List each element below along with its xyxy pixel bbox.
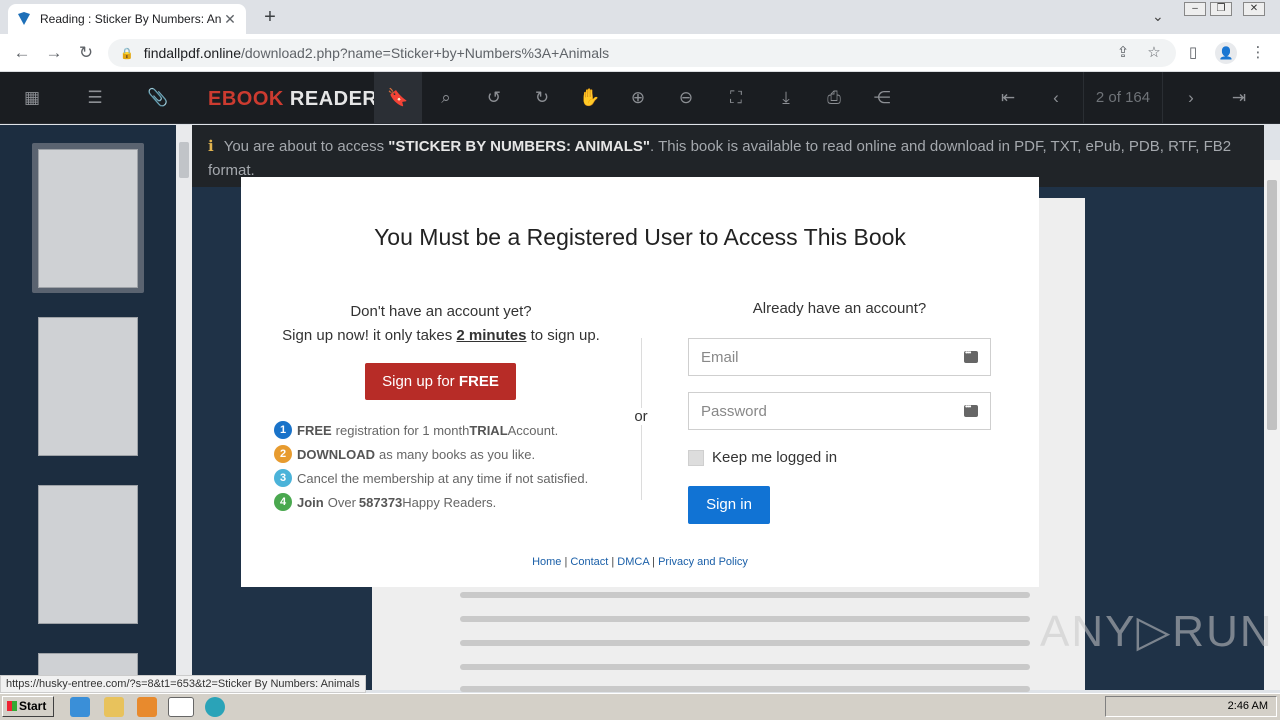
hand-tool-icon[interactable]: ✋ — [566, 72, 614, 124]
bookmark-star-icon[interactable]: ☆ — [1145, 44, 1163, 62]
anyrun-watermark: ANY▷RUN — [1040, 607, 1274, 656]
keep-logged-in-checkbox[interactable] — [688, 450, 704, 466]
rotate-right-icon[interactable]: ↻ — [518, 72, 566, 124]
signup-free-button[interactable]: Sign up for FREE — [365, 363, 516, 400]
system-tray: 2:46 AM — [1105, 696, 1277, 717]
notice-text: You are about to access — [223, 138, 389, 155]
blurred-text-line — [460, 686, 1030, 692]
start-button[interactable]: Start — [2, 696, 54, 717]
share-icon[interactable]: ⇪ — [1114, 44, 1132, 62]
sign-in-button[interactable]: Sign in — [688, 486, 770, 524]
status-bar-url: https://husky-entree.com/?s=8&t1=653&t2=… — [0, 675, 366, 693]
or-separator: or — [631, 408, 651, 425]
page-indicator[interactable]: 2 of 164 — [1083, 72, 1163, 124]
benefit-item: 2 DOWNLOAD as many books as you like. — [274, 442, 588, 466]
zoom-out-icon[interactable]: ⊖ — [662, 72, 710, 124]
ie-icon[interactable] — [70, 697, 90, 717]
blurred-text-line — [460, 664, 1030, 670]
download-icon[interactable]: ⤓ — [762, 72, 810, 124]
login-heading: Already have an account? — [752, 300, 927, 317]
site-favicon-icon — [18, 12, 30, 25]
fullscreen-icon[interactable]: ⛶ — [712, 72, 760, 124]
url-domain: findallpdf.online — [143, 45, 241, 61]
signup-prompt: Don't have an account yet? Sign up now! … — [265, 300, 617, 348]
sidebar-scrollbar[interactable] — [176, 125, 192, 690]
thumbnails-grid-icon[interactable]: ▦ — [8, 72, 56, 124]
rotate-left-icon[interactable]: ↺ — [470, 72, 518, 124]
print-icon[interactable]: ⎙ — [810, 72, 858, 124]
outline-list-icon[interactable]: ☰ — [71, 72, 119, 124]
benefits-list: 1 FREE registration for 1 month TRIAL Acco… — [274, 418, 588, 514]
url-path: /download2.php?name=Sticker+by+Numbers%3… — [241, 45, 610, 61]
close-window-button[interactable]: ✕ — [1243, 2, 1265, 16]
ebook-reader-logo: EBOOK READER — [208, 88, 378, 110]
share-nodes-icon[interactable]: ⋲ — [858, 72, 906, 124]
email-field[interactable]: Email — [688, 338, 991, 376]
side-panel-icon[interactable]: ▯ — [1184, 44, 1202, 62]
modal-title: You Must be a Registered User to Access … — [374, 224, 906, 250]
clock: 2:46 AM — [1227, 700, 1268, 712]
notice-book-title: "STICKER BY NUMBERS: ANIMALS" — [388, 138, 650, 155]
page-thumbnail[interactable] — [38, 149, 138, 288]
blurred-text-line — [460, 616, 1030, 622]
next-page-icon[interactable]: › — [1167, 72, 1215, 124]
menu-kebab-icon[interactable]: ⋮ — [1249, 44, 1267, 62]
minimize-button[interactable]: – — [1184, 2, 1206, 16]
reload-icon[interactable]: ↻ — [76, 43, 96, 63]
signup-time-text: Sign up now! it only takes 2 minutes to … — [282, 327, 600, 344]
chrome-taskbar-icon[interactable] — [168, 697, 194, 717]
privacy-link[interactable]: Privacy and Policy — [658, 556, 748, 568]
zoom-in-icon[interactable]: ⊕ — [614, 72, 662, 124]
explorer-folder-icon[interactable] — [104, 697, 124, 717]
forward-arrow-icon[interactable]: → — [44, 43, 64, 63]
password-field[interactable]: Password — [688, 392, 991, 430]
page-thumbnail[interactable] — [38, 317, 138, 456]
first-page-icon[interactable]: ⇤ — [984, 72, 1032, 124]
password-manager-icon[interactable] — [964, 402, 978, 417]
previous-page-icon[interactable]: ‹ — [1032, 72, 1080, 124]
page-scroll-thumb[interactable] — [1267, 180, 1277, 430]
blurred-text-line — [460, 592, 1030, 598]
new-tab-button[interactable]: + — [258, 6, 282, 30]
last-page-icon[interactable]: ⇥ — [1215, 72, 1263, 124]
page-thumbnail[interactable] — [38, 485, 138, 624]
contact-link[interactable]: Contact — [570, 556, 608, 568]
maximize-button[interactable]: ❐ — [1210, 2, 1232, 16]
dmca-link[interactable]: DMCA — [617, 556, 649, 568]
benefit-item: 1 FREE registration for 1 month TRIAL Acco… — [274, 418, 588, 442]
browser-tab[interactable]: Reading : Sticker By Numbers: Anim ✕ — [8, 4, 246, 34]
search-icon[interactable]: ⌕ — [422, 72, 470, 124]
tab-search-chevron-icon[interactable]: ⌄ — [1152, 8, 1164, 25]
password-manager-icon[interactable] — [964, 348, 978, 363]
attachment-icon[interactable]: 📎 — [134, 72, 182, 124]
back-arrow-icon[interactable]: ← — [12, 43, 32, 63]
home-link[interactable]: Home — [532, 556, 561, 568]
bookmark-icon[interactable]: 🔖 — [374, 72, 422, 124]
profile-avatar-icon[interactable]: 👤 — [1215, 42, 1237, 64]
edge-icon[interactable] — [205, 697, 225, 717]
benefit-item: 3 Cancel the membership at any time if no… — [274, 466, 588, 490]
blurred-text-line — [460, 640, 1030, 646]
benefit-item: 4 Join Over 587373 Happy Readers. — [274, 490, 588, 514]
lock-icon: 🔒 — [120, 47, 134, 60]
sidebar-scroll-thumb[interactable] — [179, 142, 189, 178]
tab-title: Reading : Sticker By Numbers: Anim — [40, 12, 222, 26]
address-bar[interactable]: 🔒 findallpdf.online/download2.php?name=S… — [108, 39, 1176, 67]
info-icon: ℹ — [208, 138, 214, 155]
tab-close-icon[interactable]: ✕ — [222, 11, 238, 28]
no-account-text: Don't have an account yet? — [350, 303, 532, 320]
footer-links: Home | Contact | DMCA | Privacy and Poli… — [532, 556, 748, 568]
keep-logged-in-label[interactable]: Keep me logged in — [712, 449, 837, 466]
media-player-icon[interactable] — [137, 697, 157, 717]
